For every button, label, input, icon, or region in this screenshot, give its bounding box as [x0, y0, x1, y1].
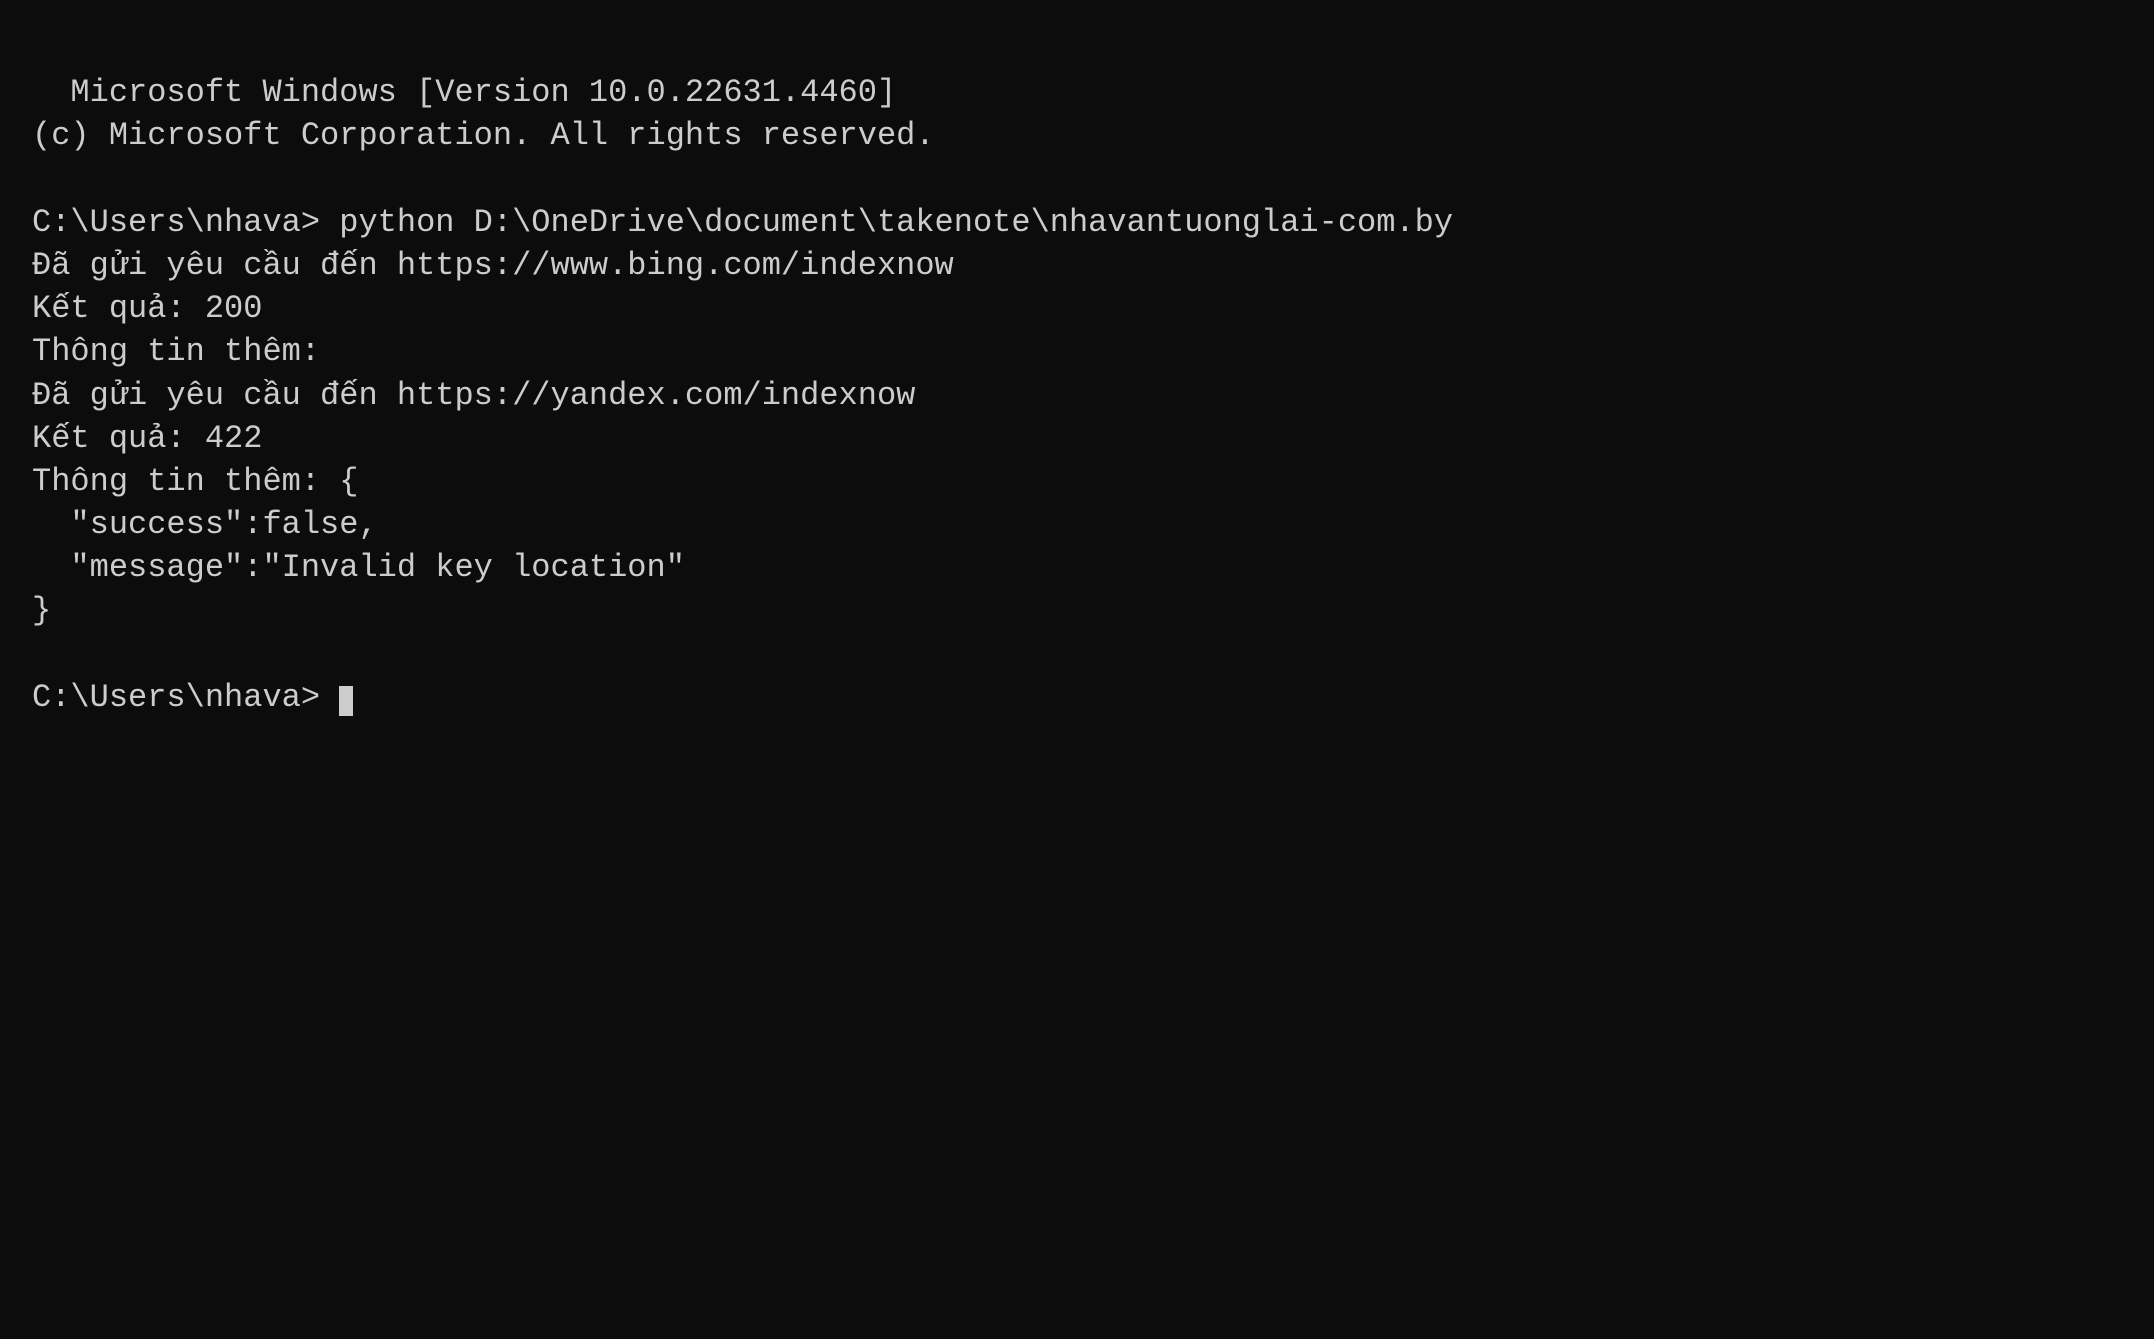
terminal-output: Microsoft Windows [Version 10.0.22631.44…	[32, 74, 1453, 716]
terminal-window[interactable]: Microsoft Windows [Version 10.0.22631.44…	[0, 0, 2154, 1339]
cursor	[339, 686, 353, 716]
